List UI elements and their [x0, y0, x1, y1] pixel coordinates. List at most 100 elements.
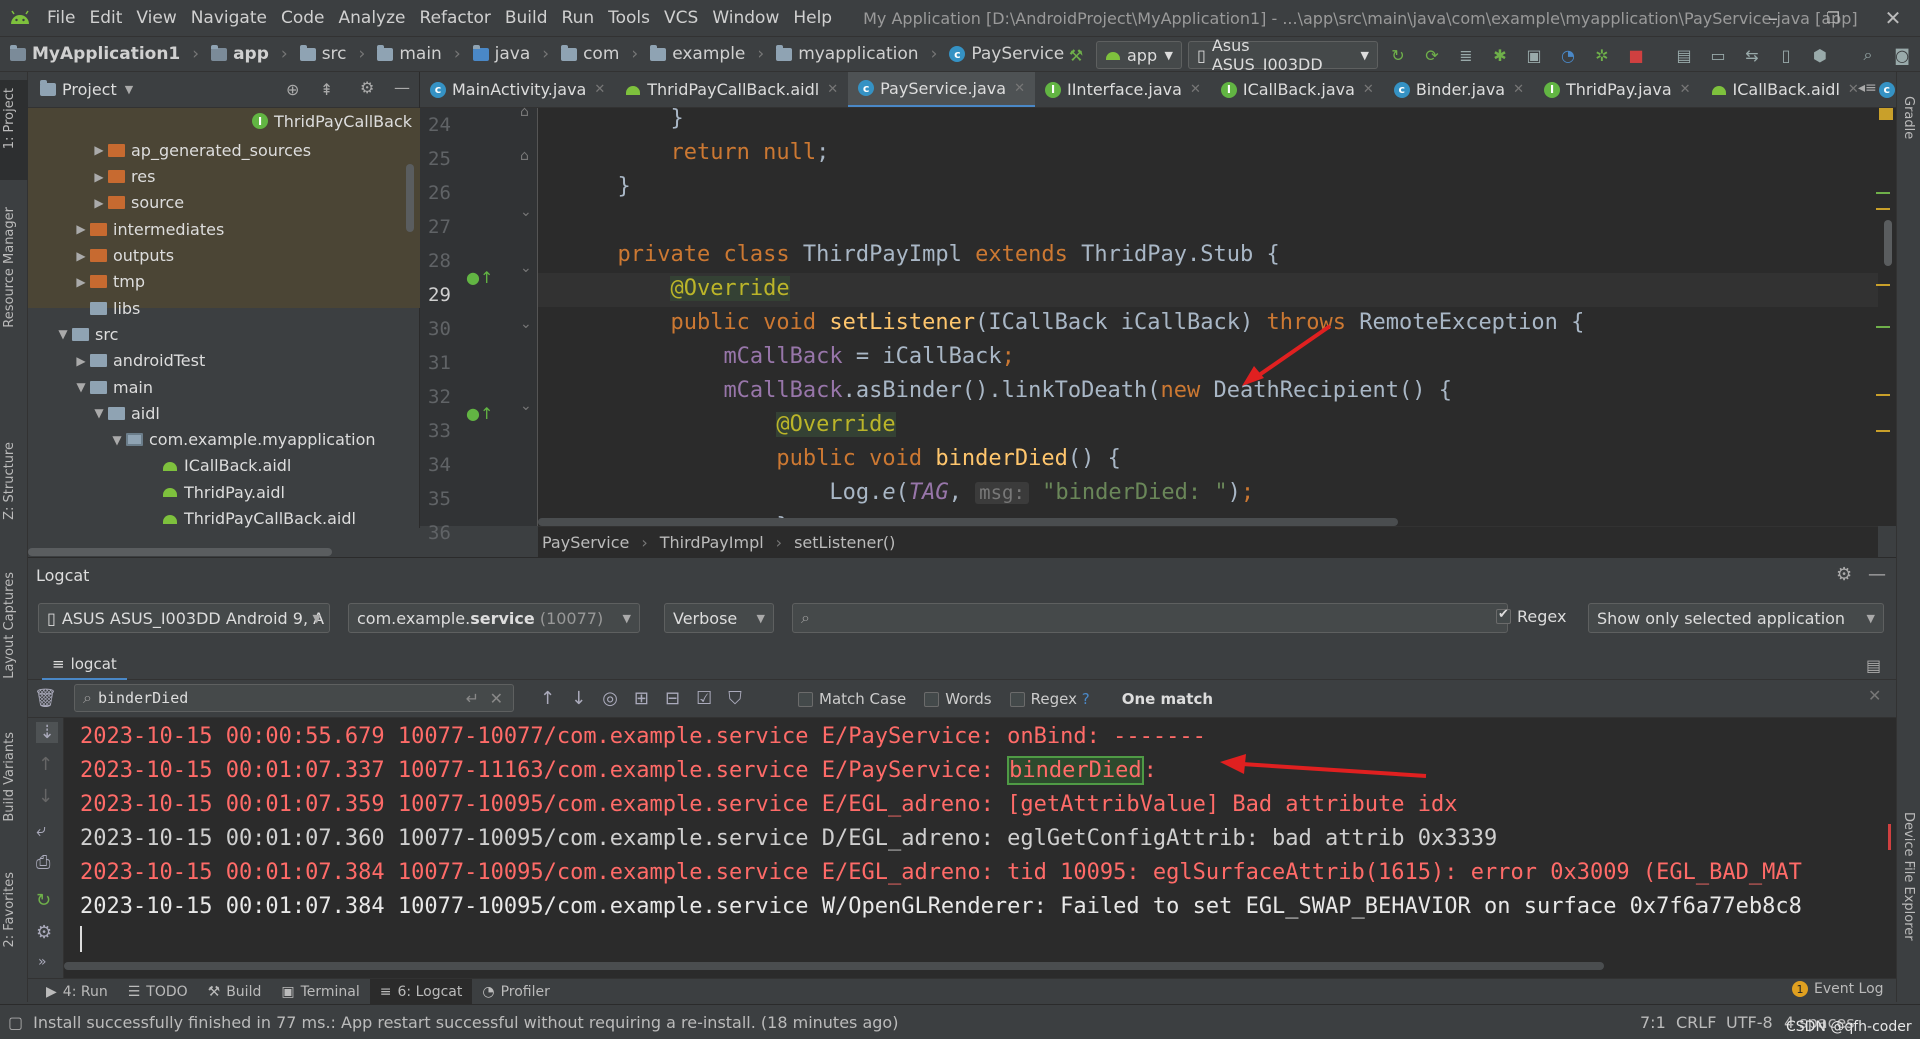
restart-icon[interactable]: ↻	[36, 890, 51, 911]
menu-navigate[interactable]: Navigate	[184, 0, 274, 36]
arrow-down-icon[interactable]: ↓	[571, 688, 586, 709]
log-level-select[interactable]: Verbose ▼	[664, 603, 774, 633]
regex-checkbox[interactable]: Regex	[1496, 607, 1566, 626]
editor-tab[interactable]: I ThridPay.java ✕	[1534, 72, 1701, 107]
select-all-occurrences-icon[interactable]: ☑	[696, 688, 712, 709]
trash-icon[interactable]: 🗑	[34, 688, 57, 709]
restore-icon[interactable]: ❐	[1810, 0, 1856, 36]
editor-tab[interactable]: ThridPayCallBack.aidl ✕	[615, 72, 848, 107]
tree-item[interactable]: ▶ outputs	[72, 243, 174, 269]
tab-project[interactable]: 1: Project	[2, 88, 17, 149]
tree-item[interactable]: ▶ res	[90, 164, 155, 190]
menu-view[interactable]: View	[129, 0, 183, 36]
find-input[interactable]: ⌕ binderDied ↵ ✕	[74, 684, 514, 712]
hammer-icon[interactable]: ⚒	[1062, 41, 1090, 69]
close-tab-icon[interactable]: ✕	[594, 82, 605, 97]
arrow-down-icon[interactable]: ↓	[38, 786, 53, 807]
override-marker-icon[interactable]: ●↑	[466, 268, 493, 287]
device-select[interactable]: ▯ ASUS ASUS_I003DD Android 9, A ▼	[38, 603, 330, 633]
editor-tab[interactable]: I ICallBack.java ✕	[1211, 72, 1384, 107]
tree-item[interactable]: ▶ ap_generated_sources	[90, 137, 311, 163]
clear-icon[interactable]: ✕	[490, 689, 503, 708]
avd-manager-icon[interactable]: ▭	[1704, 41, 1732, 69]
chevron-right-icon[interactable]: ▶	[72, 249, 90, 263]
breadcrumb-com[interactable]: com	[557, 44, 623, 64]
menu-run[interactable]: Run	[555, 0, 602, 36]
sdk-manager-icon[interactable]: ⬢	[1806, 41, 1834, 69]
breadcrumb-myapplication[interactable]: myapplication	[772, 44, 922, 64]
menu-refactor[interactable]: Refactor	[413, 0, 498, 36]
breadcrumb-app[interactable]: app	[207, 44, 273, 64]
chevron-down-icon[interactable]: ▼	[90, 406, 108, 420]
menu-window[interactable]: Window	[705, 0, 786, 36]
log-line[interactable]: 2023-10-15 00:00:55.679 10077-10077/com.…	[80, 720, 1206, 754]
regex-find-checkbox[interactable]: Regex ?	[1009, 690, 1090, 708]
status-icon[interactable]: ▢	[8, 1013, 23, 1032]
tab-favorites[interactable]: 2: Favorites	[2, 872, 17, 948]
filter-icon[interactable]: ⛉	[728, 688, 742, 709]
caret-position[interactable]: 7:1	[1640, 1013, 1666, 1032]
tree-item[interactable]: ▶ intermediates	[72, 216, 224, 242]
gear-icon[interactable]: ⚙	[36, 922, 52, 943]
code-editor[interactable]: } return null; } private class ThirdPayI…	[538, 108, 1878, 526]
override-marker-icon[interactable]: ●↑	[466, 404, 493, 423]
tab-layout-captures[interactable]: Layout Captures	[2, 572, 17, 679]
bottom-tab[interactable]: ▣ Terminal	[271, 979, 369, 1005]
menu-edit[interactable]: Edit	[82, 0, 129, 36]
bottom-tab[interactable]: ≡ 6: Logcat	[369, 978, 473, 1005]
fold-icon[interactable]: ⌄	[520, 398, 532, 414]
remove-selection-icon[interactable]: ⊟	[665, 688, 680, 709]
close-tab-icon[interactable]: ✕	[1190, 82, 1201, 97]
fold-icon[interactable]: ⌄	[520, 260, 532, 276]
tree-item[interactable]: ▶ source	[90, 190, 184, 216]
arrow-up-icon[interactable]: ↑	[540, 688, 555, 709]
tab-logcat[interactable]: ≡ logcat	[42, 650, 127, 680]
tree-item[interactable]: ▼ aidl	[90, 400, 159, 426]
log-line[interactable]: 2023-10-15 00:01:07.384 10077-10095/com.…	[80, 890, 1802, 924]
gear-icon[interactable]: ⚙	[360, 78, 374, 97]
more-icon[interactable]: »	[38, 954, 47, 970]
chevron-right-icon[interactable]: ▶	[72, 222, 90, 236]
process-select[interactable]: com.example. service (10077) ▼	[348, 603, 640, 633]
chevron-right-icon[interactable]: ▶	[72, 354, 90, 368]
tree-item[interactable]: libs	[72, 295, 140, 321]
log-line[interactable]: 2023-10-15 00:01:07.384 10077-10095/com.…	[80, 856, 1802, 890]
crumb-method[interactable]: setListener()	[794, 533, 895, 552]
tree-item[interactable]: ▶ tmp	[72, 269, 145, 295]
crumb-inner-class[interactable]: ThirdPayImpl	[660, 533, 764, 552]
run-list-icon[interactable]: ≣	[1452, 41, 1480, 69]
add-selection-icon[interactable]: ⊞	[634, 688, 649, 709]
words-checkbox[interactable]: Words	[924, 690, 992, 708]
close-tab-icon[interactable]: ✕	[1680, 82, 1691, 97]
minimize-icon[interactable]: –	[1750, 0, 1796, 36]
log-line[interactable]: 2023-10-15 00:01:07.359 10077-10095/com.…	[80, 788, 1458, 822]
tab-list-icon[interactable]: ◂≡	[1858, 80, 1877, 96]
apply-code-changes-icon[interactable]: ⟳	[1418, 41, 1446, 69]
crumb-class[interactable]: PayService	[542, 533, 629, 552]
attach-debugger-icon[interactable]: ✲	[1588, 41, 1616, 69]
chevron-right-icon[interactable]: ▶	[72, 275, 90, 289]
profile-icon[interactable]: ◔	[1554, 41, 1582, 69]
breadcrumb-example[interactable]: example	[646, 44, 749, 64]
tree-item[interactable]: ▼ main	[72, 374, 153, 400]
chevron-down-icon[interactable]: ▼	[72, 380, 90, 394]
bottom-tab[interactable]: ▶ 4: Run	[36, 979, 118, 1005]
menu-build[interactable]: Build	[498, 0, 555, 36]
project-structure-icon[interactable]: ▤	[1670, 41, 1698, 69]
filter-mode-select[interactable]: Show only selected application ▼	[1588, 603, 1884, 633]
file-encoding[interactable]: UTF-8	[1726, 1013, 1773, 1032]
tab-device-file-explorer[interactable]: Device File Explorer	[1901, 812, 1916, 941]
apply-changes-icon[interactable]: ↻	[1384, 41, 1412, 69]
project-view-select[interactable]: Project	[62, 80, 117, 99]
fold-icon[interactable]: ⌄	[520, 316, 532, 332]
fold-icon[interactable]: ⌂	[520, 104, 529, 120]
search-icon[interactable]: ⌕	[1854, 41, 1882, 69]
horizontal-scrollbar[interactable]	[64, 962, 1604, 970]
scroll-to-end-icon[interactable]: ⇣	[36, 722, 58, 743]
log-search-input[interactable]: ⌕	[792, 603, 1508, 633]
close-tab-icon[interactable]: ✕	[1014, 81, 1025, 96]
debug-icon[interactable]: ✱	[1486, 41, 1514, 69]
menu-vcs[interactable]: VCS	[657, 0, 705, 36]
chevron-right-icon[interactable]: ▶	[90, 170, 108, 184]
chevron-down-icon[interactable]: ▼	[125, 83, 133, 96]
